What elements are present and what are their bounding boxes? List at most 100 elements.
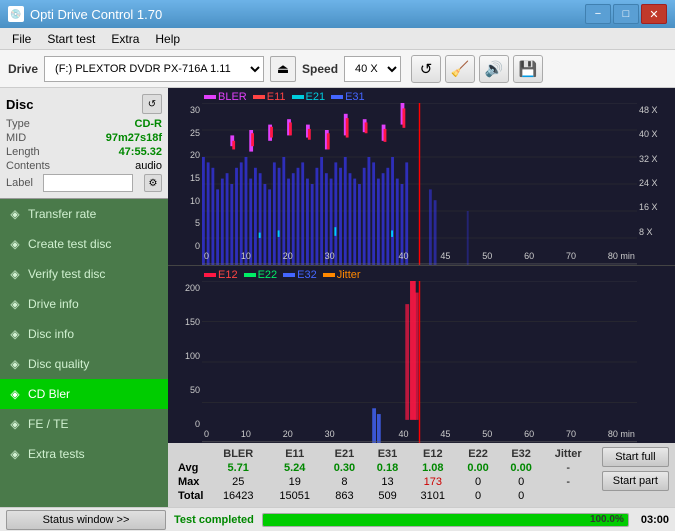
app-title: Opti Drive Control 1.70 xyxy=(30,7,162,22)
x-label-40: 40 xyxy=(398,251,408,265)
transfer-rate-icon: ◈ xyxy=(8,207,22,221)
x-label-10: 10 xyxy=(241,251,251,265)
disc-label-input[interactable] xyxy=(43,174,133,192)
verify-test-disc-icon: ◈ xyxy=(8,267,22,281)
col-header-jitter: Jitter xyxy=(543,447,594,461)
stats-row-avg: Avg 5.71 5.24 0.30 0.18 1.08 0.00 0.00 - xyxy=(174,461,594,475)
bx-label-10: 10 xyxy=(241,429,251,443)
disc-mid-label: MID xyxy=(6,132,26,144)
info-button[interactable]: 🔊 xyxy=(479,55,509,83)
drive-select[interactable]: (F:) PLEXTOR DVDR PX-716A 1.11 xyxy=(44,56,264,82)
sidebar-item-disc-quality-label: Disc quality xyxy=(28,357,89,371)
col-header-e21: E21 xyxy=(323,447,366,461)
save-button[interactable]: 💾 xyxy=(513,55,543,83)
cd-bler-icon: ◈ xyxy=(8,387,22,401)
drive-info-icon: ◈ xyxy=(8,297,22,311)
sidebar-item-create-test-disc-label: Create test disc xyxy=(28,237,111,251)
bottom-chart-plot: 0 10 20 30 40 45 50 60 70 80 min xyxy=(202,281,637,443)
bottom-chart-legend: E12 E22 E32 Jitter xyxy=(168,266,675,281)
speed-select[interactable]: 40 X xyxy=(344,56,401,82)
refresh-button[interactable]: ↺ xyxy=(411,55,441,83)
top-y-axis-right: 48 X 40 X 32 X 24 X 16 X 8 X xyxy=(637,103,675,265)
close-button[interactable]: ✕ xyxy=(641,4,667,24)
disc-length-value: 47:55.32 xyxy=(119,146,162,158)
status-time: 03:00 xyxy=(641,514,669,526)
disc-length-row: Length 47:55.32 xyxy=(6,146,162,158)
legend-e11: E11 xyxy=(253,91,286,103)
legend-e22-color xyxy=(244,273,256,277)
disc-label-icon-button[interactable]: ⚙ xyxy=(144,174,162,192)
sidebar-item-verify-test-disc[interactable]: ◈ Verify test disc xyxy=(0,259,168,289)
sidebar-item-drive-info[interactable]: ◈ Drive info xyxy=(0,289,168,319)
y-label-15: 15 xyxy=(170,173,200,183)
top-chart-plot: 0 10 20 30 40 45 50 60 70 80 min xyxy=(202,103,637,265)
sidebar-item-extra-tests[interactable]: ◈ Extra tests xyxy=(0,439,168,469)
bx-label-80: 80 min xyxy=(608,429,635,443)
eject-button[interactable]: ⏏ xyxy=(270,56,296,82)
sidebar-item-disc-info[interactable]: ◈ Disc info xyxy=(0,319,168,349)
disc-length-label: Length xyxy=(6,146,40,158)
total-e21: 863 xyxy=(323,489,366,503)
y-right-24x: 24 X xyxy=(639,178,673,188)
sidebar-item-transfer-rate[interactable]: ◈ Transfer rate xyxy=(0,199,168,229)
statusbar: Status window >> Test completed 100.0% 0… xyxy=(0,507,675,531)
start-full-button[interactable]: Start full xyxy=(602,447,669,467)
legend-e21-color xyxy=(292,95,304,99)
bottom-x-axis: 0 10 20 30 40 45 50 60 70 80 min xyxy=(202,429,637,443)
stats-row-max: Max 25 19 8 13 173 0 0 - xyxy=(174,475,594,489)
stats-row-total: Total 16423 15051 863 509 3101 0 0 xyxy=(174,489,594,503)
menu-file[interactable]: File xyxy=(4,30,39,48)
main-area: Disc ↺ Type CD-R MID 97m27s18f Length 47… xyxy=(0,88,675,507)
x-label-60: 60 xyxy=(524,251,534,265)
col-header-e31: E31 xyxy=(366,447,409,461)
sidebar-item-create-test-disc[interactable]: ◈ Create test disc xyxy=(0,229,168,259)
top-x-axis: 0 10 20 30 40 45 50 60 70 80 min xyxy=(202,251,637,265)
menu-start-test[interactable]: Start test xyxy=(39,30,103,48)
disc-title: Disc xyxy=(6,97,33,112)
total-e12: 3101 xyxy=(409,489,457,503)
disc-refresh-button[interactable]: ↺ xyxy=(142,94,162,114)
y-label-50: 50 xyxy=(170,385,200,395)
legend-e31: E31 xyxy=(331,91,365,103)
drivebar: Drive (F:) PLEXTOR DVDR PX-716A 1.11 ⏏ S… xyxy=(0,50,675,88)
legend-e31-color xyxy=(331,95,343,99)
sidebar-item-transfer-rate-label: Transfer rate xyxy=(28,207,96,221)
max-jitter: - xyxy=(543,475,594,489)
col-header-bler: BLER xyxy=(210,447,266,461)
progress-bar: 100.0% xyxy=(262,513,629,527)
erase-button[interactable]: 🧹 xyxy=(445,55,475,83)
status-window-button[interactable]: Status window >> xyxy=(6,510,166,530)
y-label-10: 10 xyxy=(170,196,200,206)
start-part-button[interactable]: Start part xyxy=(602,471,669,491)
bottom-chart: E12 E22 E32 Jitter 200 xyxy=(168,266,675,443)
status-text: Test completed xyxy=(174,514,254,526)
menu-help[interactable]: Help xyxy=(147,30,188,48)
bx-label-0: 0 xyxy=(204,429,209,443)
menu-extra[interactable]: Extra xyxy=(103,30,147,48)
max-e31: 13 xyxy=(366,475,409,489)
maximize-button[interactable]: □ xyxy=(613,4,639,24)
disc-quality-icon: ◈ xyxy=(8,357,22,371)
avg-e12: 1.08 xyxy=(409,461,457,475)
titlebar-left: 💿 Opti Drive Control 1.70 xyxy=(8,6,162,22)
disc-type-value: CD-R xyxy=(135,118,163,130)
app-icon: 💿 xyxy=(8,6,24,22)
max-e32: 0 xyxy=(500,475,543,489)
disc-contents-value: audio xyxy=(135,160,162,172)
content-area: BLER E11 E21 E31 30 25 xyxy=(168,88,675,507)
sidebar-item-fe-te[interactable]: ◈ FE / TE xyxy=(0,409,168,439)
max-label: Max xyxy=(174,475,210,489)
minimize-button[interactable]: − xyxy=(585,4,611,24)
disc-mid-row: MID 97m27s18f xyxy=(6,132,162,144)
progress-text: 100.0% xyxy=(590,514,624,525)
sidebar-item-cd-bler[interactable]: ◈ CD Bler xyxy=(0,379,168,409)
avg-e32: 0.00 xyxy=(500,461,543,475)
top-chart-svg xyxy=(202,103,637,265)
legend-bler: BLER xyxy=(204,91,247,103)
y-label-30: 30 xyxy=(170,105,200,115)
y-right-8x: 8 X xyxy=(639,227,673,237)
bottom-y-axis: 200 150 100 50 0 xyxy=(168,281,202,443)
top-chart: BLER E11 E21 E31 30 25 xyxy=(168,88,675,266)
bx-label-30: 30 xyxy=(325,429,335,443)
sidebar-item-disc-quality[interactable]: ◈ Disc quality xyxy=(0,349,168,379)
